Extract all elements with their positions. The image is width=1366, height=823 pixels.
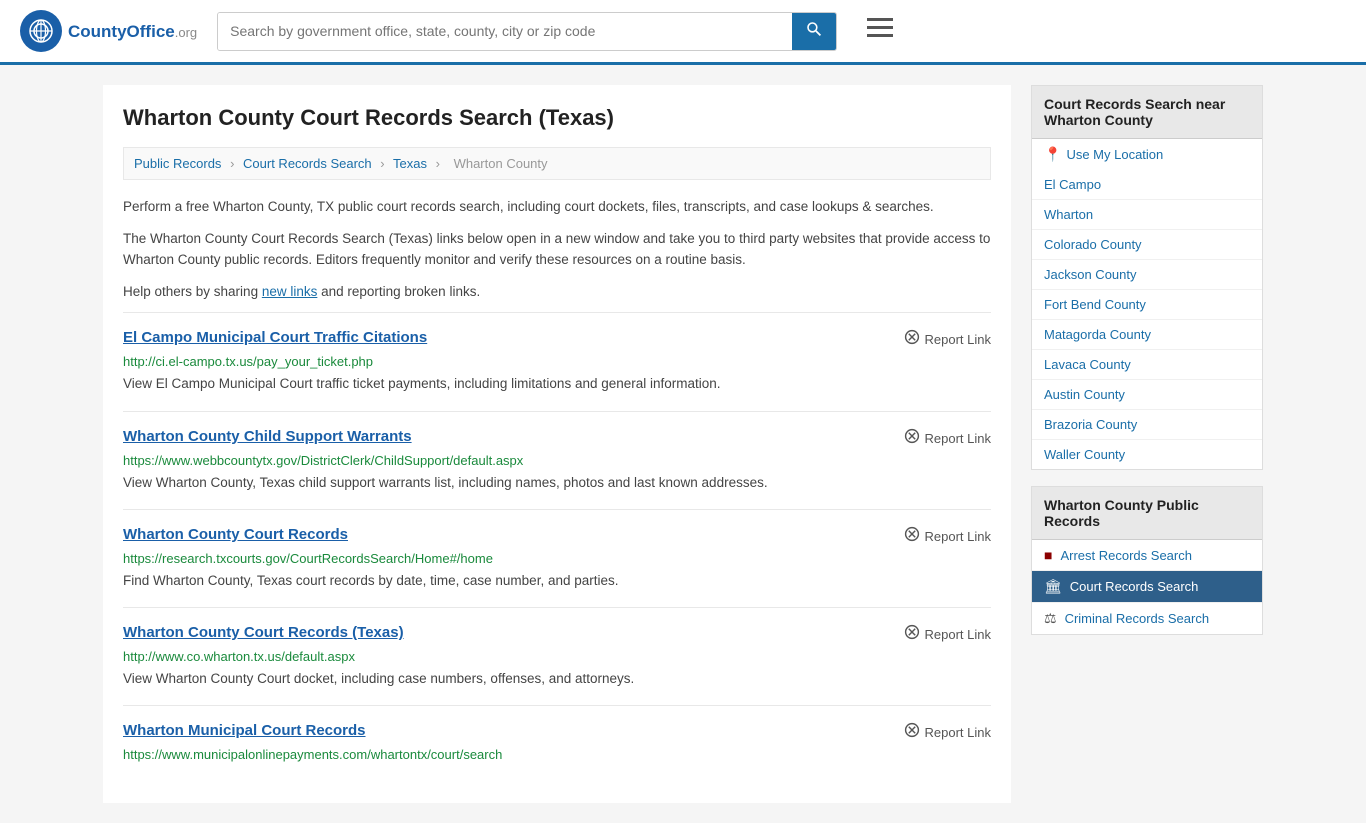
- description-2: The Wharton County Court Records Search …: [123, 228, 991, 271]
- result-title-1[interactable]: Wharton County Child Support Warrants: [123, 428, 412, 445]
- result-desc-3: View Wharton County Court docket, includ…: [123, 669, 991, 689]
- pub-record-link-1[interactable]: Court Records Search: [1070, 579, 1199, 594]
- result-url-2[interactable]: https://research.txcourts.gov/CourtRecor…: [123, 551, 991, 566]
- report-link-4[interactable]: Report Link: [904, 722, 991, 743]
- pub-record-icon-0: ■: [1044, 547, 1052, 563]
- nearby-list-item: Austin County: [1032, 380, 1262, 410]
- result-item: Wharton Municipal Court Records Report L…: [123, 705, 991, 783]
- nearby-section: Court Records Search near Wharton County…: [1031, 85, 1263, 470]
- description-3: Help others by sharing new links and rep…: [123, 281, 991, 303]
- public-records-section: Wharton County Public Records ■ Arrest Re…: [1031, 486, 1263, 635]
- public-records-header: Wharton County Public Records: [1032, 487, 1262, 540]
- result-title-0[interactable]: El Campo Municipal Court Traffic Citatio…: [123, 329, 427, 346]
- nearby-link-6[interactable]: Lavaca County: [1044, 357, 1131, 372]
- result-desc-0: View El Campo Municipal Court traffic ti…: [123, 374, 991, 394]
- pub-record-icon-2: ⚖: [1044, 610, 1057, 627]
- breadcrumb-public-records[interactable]: Public Records: [134, 156, 221, 171]
- nearby-link-9[interactable]: Waller County: [1044, 447, 1125, 462]
- result-item: El Campo Municipal Court Traffic Citatio…: [123, 312, 991, 410]
- result-item: Wharton County Court Records (Texas) Rep…: [123, 607, 991, 705]
- nearby-list-item: Colorado County: [1032, 230, 1262, 260]
- report-link-0[interactable]: Report Link: [904, 329, 991, 350]
- use-location-link[interactable]: Use My Location: [1066, 147, 1163, 162]
- report-icon-0: [904, 329, 920, 350]
- search-button[interactable]: [792, 13, 836, 50]
- page-title: Wharton County Court Records Search (Tex…: [123, 105, 991, 131]
- pub-record-icon-1: 🏛: [1044, 578, 1062, 595]
- search-bar: [217, 12, 837, 51]
- result-title-3[interactable]: Wharton County Court Records (Texas): [123, 624, 404, 641]
- search-input[interactable]: [218, 13, 792, 50]
- breadcrumb-court-records[interactable]: Court Records Search: [243, 156, 372, 171]
- result-title-2[interactable]: Wharton County Court Records: [123, 526, 348, 543]
- result-desc-1: View Wharton County, Texas child support…: [123, 473, 991, 493]
- new-links-link[interactable]: new links: [262, 284, 318, 299]
- result-url-3[interactable]: http://www.co.wharton.tx.us/default.aspx: [123, 649, 991, 664]
- nearby-list-item: Fort Bend County: [1032, 290, 1262, 320]
- sidebar: Court Records Search near Wharton County…: [1031, 85, 1263, 803]
- use-location-item[interactable]: 📍 Use My Location: [1032, 139, 1262, 170]
- report-link-1[interactable]: Report Link: [904, 428, 991, 449]
- nearby-list: 📍 Use My Location: [1032, 139, 1262, 170]
- description-1: Perform a free Wharton County, TX public…: [123, 196, 991, 218]
- nearby-list-item: Jackson County: [1032, 260, 1262, 290]
- content-area: Wharton County Court Records Search (Tex…: [103, 85, 1011, 803]
- result-url-1[interactable]: https://www.webbcountytx.gov/DistrictCle…: [123, 453, 991, 468]
- public-records-list: ■ Arrest Records Search 🏛 Court Records Sea…: [1032, 540, 1262, 634]
- nearby-link-5[interactable]: Matagorda County: [1044, 327, 1151, 342]
- nearby-link-3[interactable]: Jackson County: [1044, 267, 1137, 282]
- location-icon: 📍: [1044, 146, 1061, 163]
- nearby-link-0[interactable]: El Campo: [1044, 177, 1101, 192]
- result-url-4[interactable]: https://www.municipalonlinepayments.com/…: [123, 747, 991, 762]
- pub-record-link-0[interactable]: Arrest Records Search: [1060, 548, 1192, 563]
- nearby-header: Court Records Search near Wharton County: [1032, 86, 1262, 139]
- breadcrumb-current: Wharton County: [454, 156, 548, 171]
- logo-wordmark: CountyOffice.org: [68, 21, 197, 42]
- result-title-4[interactable]: Wharton Municipal Court Records: [123, 722, 366, 739]
- report-icon-4: [904, 722, 920, 743]
- breadcrumb: Public Records › Court Records Search › …: [123, 147, 991, 180]
- result-url-0[interactable]: http://ci.el-campo.tx.us/pay_your_ticket…: [123, 354, 991, 369]
- nearby-list-item: Brazoria County: [1032, 410, 1262, 440]
- pub-record-item-1[interactable]: 🏛 Court Records Search: [1032, 571, 1262, 603]
- nearby-links-list: El Campo Wharton Colorado County Jackson Co…: [1032, 170, 1262, 469]
- nearby-link-2[interactable]: Colorado County: [1044, 237, 1142, 252]
- result-desc-2: Find Wharton County, Texas court records…: [123, 571, 991, 591]
- result-item: Wharton County Child Support Warrants Re…: [123, 411, 991, 509]
- nearby-list-item: Matagorda County: [1032, 320, 1262, 350]
- report-icon-2: [904, 526, 920, 547]
- breadcrumb-texas[interactable]: Texas: [393, 156, 427, 171]
- pub-record-item-2[interactable]: ⚖ Criminal Records Search: [1032, 603, 1262, 634]
- results-list: El Campo Municipal Court Traffic Citatio…: [123, 312, 991, 783]
- report-icon-3: [904, 624, 920, 645]
- nearby-link-8[interactable]: Brazoria County: [1044, 417, 1137, 432]
- main-container: Wharton County Court Records Search (Tex…: [83, 65, 1283, 823]
- nearby-list-item: El Campo: [1032, 170, 1262, 200]
- nearby-list-item: Wharton: [1032, 200, 1262, 230]
- logo-icon: [20, 10, 62, 52]
- pub-record-item-0[interactable]: ■ Arrest Records Search: [1032, 540, 1262, 571]
- site-header: CountyOffice.org: [0, 0, 1366, 65]
- nearby-link-7[interactable]: Austin County: [1044, 387, 1125, 402]
- pub-record-link-2[interactable]: Criminal Records Search: [1065, 611, 1210, 626]
- logo[interactable]: CountyOffice.org: [20, 10, 197, 52]
- report-link-2[interactable]: Report Link: [904, 526, 991, 547]
- nearby-link-4[interactable]: Fort Bend County: [1044, 297, 1146, 312]
- report-icon-1: [904, 428, 920, 449]
- menu-icon[interactable]: [867, 18, 893, 44]
- result-item: Wharton County Court Records Report Link…: [123, 509, 991, 607]
- nearby-link-1[interactable]: Wharton: [1044, 207, 1093, 222]
- nearby-list-item: Lavaca County: [1032, 350, 1262, 380]
- report-link-3[interactable]: Report Link: [904, 624, 991, 645]
- nearby-list-item: Waller County: [1032, 440, 1262, 469]
